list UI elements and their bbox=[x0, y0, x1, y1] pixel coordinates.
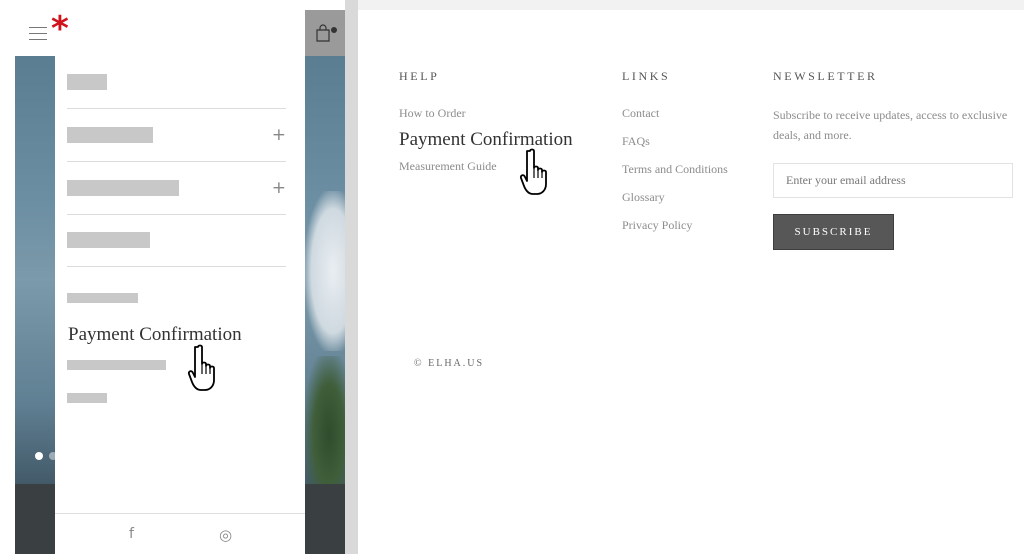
plus-icon[interactable]: + bbox=[272, 127, 286, 144]
top-band bbox=[358, 0, 1024, 10]
mobile-nav-drawer: + + Payment Confirmation f ◎ bbox=[55, 56, 305, 554]
facebook-icon[interactable]: f bbox=[129, 526, 134, 542]
footer-links-column: LINKS Contact FAQs Terms and Conditions … bbox=[622, 69, 728, 245]
footer-link-privacy[interactable]: Privacy Policy bbox=[622, 217, 728, 245]
drawer-sub-item[interactable] bbox=[67, 360, 286, 370]
drawer-nav-item[interactable] bbox=[67, 232, 286, 249]
footer-newsletter-column: NEWSLETTER Subscribe to receive updates,… bbox=[773, 69, 1013, 250]
slider-dot-active[interactable] bbox=[35, 452, 43, 460]
footer-link-contact[interactable]: Contact bbox=[622, 105, 728, 133]
drawer-social-bar: f ◎ bbox=[55, 513, 305, 554]
bag-icon[interactable] bbox=[315, 24, 331, 42]
footer-link-terms[interactable]: Terms and Conditions bbox=[622, 161, 728, 189]
footer-link-faqs[interactable]: FAQs bbox=[622, 133, 728, 161]
drawer-nav-item-expandable[interactable]: + bbox=[67, 180, 286, 197]
drawer-nav-item[interactable] bbox=[67, 74, 286, 91]
instagram-icon[interactable]: ◎ bbox=[219, 526, 232, 544]
brand-logo[interactable]: * bbox=[51, 12, 69, 46]
newsletter-description: Subscribe to receive updates, access to … bbox=[773, 108, 1008, 142]
drawer-nav-item-expandable[interactable]: + bbox=[67, 127, 286, 144]
help-heading: HELP bbox=[399, 69, 440, 83]
copyright-text: © ELHA.US bbox=[414, 358, 485, 369]
drawer-sub-item[interactable] bbox=[67, 393, 286, 403]
footer-link-glossary[interactable]: Glossary bbox=[622, 189, 728, 217]
drawer-payment-confirmation-link[interactable]: Payment Confirmation bbox=[68, 324, 242, 346]
mobile-header: * bbox=[15, 10, 305, 56]
newsletter-heading: NEWSLETTER bbox=[773, 69, 878, 83]
cart-count-dot bbox=[331, 27, 337, 33]
drawer-sub-item[interactable] bbox=[67, 293, 286, 303]
header-cart-area bbox=[305, 10, 345, 56]
plus-icon[interactable]: + bbox=[272, 180, 286, 197]
email-field[interactable] bbox=[773, 163, 1013, 198]
hand-pointer-cursor-icon bbox=[519, 148, 547, 195]
mobile-preview: * + + Payment Confirmation f ◎ bbox=[0, 0, 350, 554]
hamburger-icon[interactable] bbox=[29, 27, 47, 40]
subscribe-button[interactable]: SUBSCRIBE bbox=[773, 214, 894, 250]
hand-pointer-cursor-icon bbox=[187, 344, 215, 391]
panel-divider bbox=[345, 0, 358, 554]
links-heading: LINKS bbox=[622, 69, 671, 83]
